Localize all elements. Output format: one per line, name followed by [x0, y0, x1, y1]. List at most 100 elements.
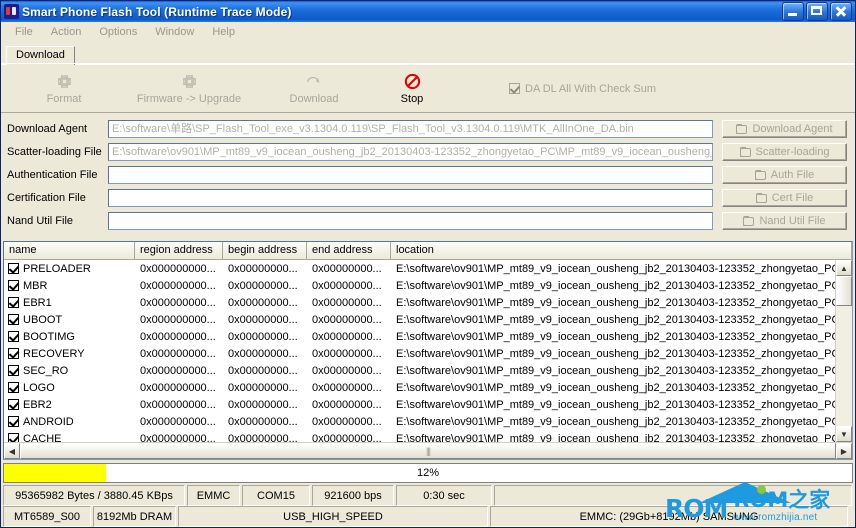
progress-percent-label: 12% — [416, 467, 440, 479]
auth-file-browse-label: Auth File — [770, 168, 815, 181]
scatter-loading-input[interactable]: E:\software\ov901\MP_mt89_v9_iocean_oush… — [108, 142, 713, 161]
vertical-scroll-thumb[interactable] — [836, 276, 852, 306]
table-cell-name: SEC_RO — [4, 365, 135, 377]
certification-label: Certification File — [7, 191, 86, 204]
column-header-begin-address[interactable]: begin address — [223, 242, 307, 259]
nand-util-browse-button[interactable]: Nand Util File — [722, 211, 847, 230]
table-row[interactable]: BOOTIMG 0x000000000... 0x00000000... 0x0000… — [4, 328, 835, 345]
row-checkbox[interactable] — [8, 433, 19, 442]
horizontal-scroll-thumb[interactable]: ||| — [20, 443, 836, 459]
table-row[interactable]: RECOVERY 0x000000000... 0x00000000... 0x000… — [4, 345, 835, 362]
partition-name: SEC_RO — [23, 364, 69, 377]
table-cell-location: E:\software\ov901\MP_mt89_v9_iocean_oush… — [396, 432, 835, 443]
minimize-button[interactable] — [782, 2, 804, 21]
table-cell-end-address: 0x00000000... — [312, 330, 382, 343]
download-button[interactable]: Download — [265, 73, 363, 105]
table-cell-region-address: 0x000000000... — [140, 262, 216, 275]
firmware-upgrade-button[interactable]: Firmware -> Upgrade — [113, 73, 265, 105]
vertical-scroll-track[interactable] — [836, 306, 852, 426]
table-row[interactable]: MBR 0x000000000... 0x00000000... 0x00000000… — [4, 277, 835, 294]
table-row[interactable]: ANDROID 0x000000000... 0x00000000... 0x0000… — [4, 413, 835, 430]
scroll-up-icon[interactable]: ▲ — [836, 260, 852, 276]
table-cell-begin-address: 0x00000000... — [228, 313, 298, 326]
certification-input[interactable] — [108, 188, 713, 207]
folder-icon — [743, 216, 755, 226]
table-cell-region-address: 0x000000000... — [140, 398, 216, 411]
stop-button[interactable]: Stop — [363, 73, 461, 105]
cert-file-browse-button[interactable]: Cert File — [722, 188, 847, 207]
table-vertical-scrollbar[interactable]: ▲ ▼ — [835, 260, 852, 442]
table-row[interactable]: SEC_RO 0x000000000... 0x00000000... 0x00000… — [4, 362, 835, 379]
field-row-download-agent: Download Agent E:\software\单路\SP_Flash_T… — [1, 118, 855, 139]
nand-util-input[interactable] — [108, 211, 713, 230]
row-checkbox[interactable] — [8, 382, 19, 393]
field-row-nand-util: Nand Util File Nand Util File — [1, 210, 855, 231]
row-checkbox[interactable] — [8, 331, 19, 342]
row-checkbox[interactable] — [8, 263, 19, 274]
stop-icon — [404, 73, 421, 91]
folder-icon — [754, 170, 766, 180]
table-cell-name: PRELOADER — [4, 263, 135, 275]
menu-item-options[interactable]: Options — [91, 24, 145, 40]
download-agent-browse-button[interactable]: Download Agent — [722, 119, 847, 138]
column-header-end-address[interactable]: end address — [307, 242, 391, 259]
partition-name: EBR1 — [23, 296, 52, 309]
table-body-wrap: PRELOADER 0x000000000... 0x00000000... 0x00… — [4, 260, 852, 442]
table-cell-begin-address: 0x00000000... — [228, 398, 298, 411]
scatter-loading-browse-button[interactable]: Scatter-loading — [722, 142, 847, 161]
table-cell-location: E:\software\ov901\MP_mt89_v9_iocean_oush… — [396, 415, 835, 428]
column-header-name[interactable]: name — [4, 242, 135, 259]
row-checkbox[interactable] — [8, 365, 19, 376]
table-cell-begin-address: 0x00000000... — [228, 296, 298, 309]
application-window: Smart Phone Flash Tool (Runtime Trace Mo… — [0, 0, 856, 528]
table-cell-region-address: 0x000000000... — [140, 364, 216, 377]
format-button[interactable]: Format — [15, 73, 113, 105]
table-cell-name: ANDROID — [4, 416, 135, 428]
status-row-2-cell-3: EMMC: (29Gb+8192Mb) SAMSUNG — [490, 506, 848, 527]
row-checkbox[interactable] — [8, 314, 19, 325]
row-checkbox[interactable] — [8, 399, 19, 410]
table-cell-region-address: 0x000000000... — [140, 313, 216, 326]
menu-item-window[interactable]: Window — [147, 24, 202, 40]
table-row[interactable]: LOGO 0x000000000... 0x00000000... 0x0000000… — [4, 379, 835, 396]
maximize-button[interactable] — [806, 2, 828, 21]
status-row-1-cell-5 — [494, 485, 852, 506]
table-row[interactable]: EBR1 0x000000000... 0x00000000... 0x0000000… — [4, 294, 835, 311]
close-button[interactable] — [830, 2, 852, 21]
table-cell-location: E:\software\ov901\MP_mt89_v9_iocean_oush… — [396, 296, 835, 309]
progress-bar: 12% — [3, 463, 853, 483]
table-row[interactable]: PRELOADER 0x000000000... 0x00000000... 0x00… — [4, 260, 835, 277]
table-row[interactable]: CACHE 0x000000000... 0x00000000... 0x000000… — [4, 430, 835, 442]
stop-button-label: Stop — [400, 92, 424, 105]
table-cell-name: UBOOT — [4, 314, 135, 326]
scroll-right-icon[interactable]: ▶ — [836, 443, 852, 459]
row-checkbox[interactable] — [8, 348, 19, 359]
table-row[interactable]: EBR2 0x000000000... 0x00000000... 0x0000000… — [4, 396, 835, 413]
download-agent-input[interactable]: E:\software\单路\SP_Flash_Tool_exe_v3.1304… — [108, 119, 713, 138]
table-cell-end-address: 0x00000000... — [312, 296, 382, 309]
table-horizontal-scrollbar[interactable]: ◀ ||| ▶ — [4, 442, 852, 459]
auth-file-browse-button[interactable]: Auth File — [722, 165, 847, 184]
window-controls — [782, 2, 853, 21]
row-checkbox[interactable] — [8, 416, 19, 427]
row-checkbox[interactable] — [8, 297, 19, 308]
column-header-location[interactable]: location — [391, 242, 852, 259]
status-row-1-cell-2: COM15 — [242, 485, 310, 506]
scroll-down-icon[interactable]: ▼ — [836, 426, 852, 442]
scroll-left-icon[interactable]: ◀ — [4, 443, 20, 459]
partition-name: ANDROID — [23, 415, 74, 428]
column-header-region-address[interactable]: region address — [135, 242, 223, 259]
table-cell-region-address: 0x000000000... — [140, 296, 216, 309]
table-cell-location: E:\software\ov901\MP_mt89_v9_iocean_oush… — [396, 313, 835, 326]
menu-item-action[interactable]: Action — [43, 24, 90, 40]
row-checkbox[interactable] — [8, 280, 19, 291]
table-cell-end-address: 0x00000000... — [312, 432, 382, 443]
table-row[interactable]: UBOOT 0x000000000... 0x00000000... 0x000000… — [4, 311, 835, 328]
authentication-input[interactable] — [108, 165, 713, 184]
table-cell-region-address: 0x000000000... — [140, 330, 216, 343]
menu-item-file[interactable]: File — [7, 24, 41, 40]
menu-item-help[interactable]: Help — [204, 24, 243, 40]
table-cell-begin-address: 0x00000000... — [228, 415, 298, 428]
da-dl-checksum-checkbox[interactable]: DA DL All With Check Sum — [509, 83, 656, 95]
table-cell-end-address: 0x00000000... — [312, 262, 382, 275]
